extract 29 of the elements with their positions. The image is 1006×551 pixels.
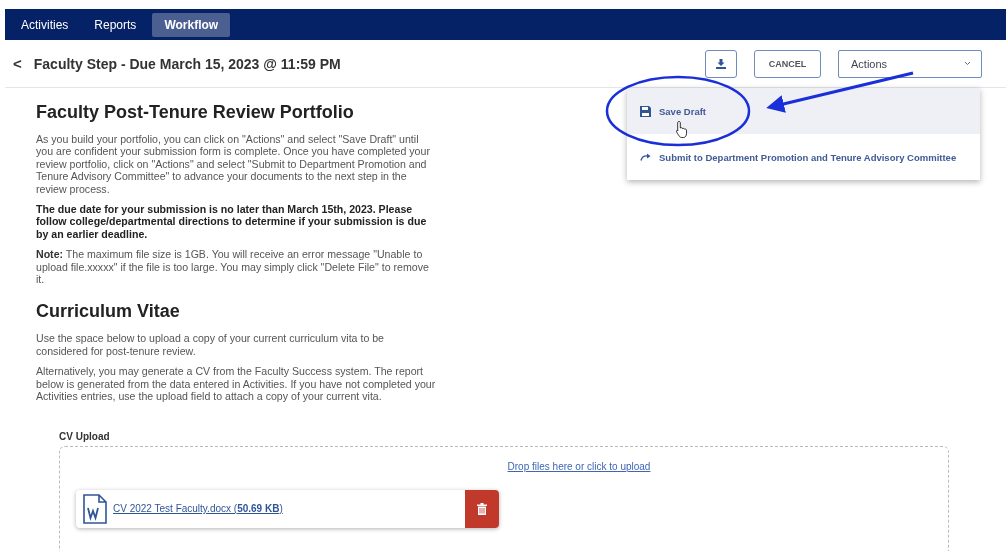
menu-item[interactable]: Submit to Department Promotion and Tenure Advisory Committee — [627, 134, 980, 180]
trash-icon — [477, 502, 487, 515]
menu-item[interactable]: Save Draft — [627, 88, 980, 134]
section-heading: Curriculum Vitae — [36, 301, 180, 323]
nav-tab[interactable]: Activities — [11, 12, 79, 37]
redo-arrow-icon — [640, 153, 651, 161]
paragraph: Use the space below to upload a copy of your current curriculum vita to be considered for post-tenure review. — [36, 332, 385, 358]
paragraph: The due date for your submission is no later than March 15th, 2023. Please follow college/departmental directions to determine if your submission is due by an earlier deadline. — [36, 203, 428, 241]
page-title: Faculty Step - Due March 15, 2023 @ 11:59 PM — [33, 55, 341, 72]
hand-cursor-icon — [676, 121, 687, 138]
nav-tab[interactable]: Workflow — [152, 12, 231, 37]
file-link[interactable]: CV 2022 Test Faculty.docx (50.69 KB) — [113, 503, 465, 514]
document-icon — [83, 493, 107, 524]
caret-icon — [964, 61, 971, 66]
paragraph: As you build your portfolio, you can click on "Actions" and select "Save Draft" until you are confident your submission form is complete. Once you have completed your review portfolio, click on "Actions" and select "Submit to Department Promotion and Tenure Advisory Committee" to advance your documents to the next step in the review process. — [36, 133, 431, 196]
paragraph: Alternatively, you may generate a CV from the Faculty Success system. The report below is generated from the data entered in Activities. If you have not completed your Activities entries, use the upload field to attach a copy of your current vita. — [36, 365, 437, 403]
drop-zone[interactable]: Drop files here or click to upload CV 2022 Test Faculty.docx (50.69 KB) — [59, 445, 949, 551]
delete-button[interactable] — [465, 489, 499, 528]
nav-tab[interactable]: Reports — [84, 12, 147, 37]
actions-dropdown[interactable]: Actions — [838, 49, 982, 78]
section-heading: Faculty Post-Tenure Review Portfolio — [36, 102, 354, 123]
paragraph: Note: The maximum file size is 1GB. You will receive an error message "Unable to upload file.xxxxx" if the file is too large. You may simply click "Delete File" to remove it. — [36, 248, 430, 286]
download-icon — [716, 58, 726, 69]
field-label: CV Upload — [59, 430, 111, 442]
save-icon — [640, 105, 651, 117]
upload-link[interactable]: Drop files here or click to upload — [507, 460, 651, 472]
download-button[interactable] — [705, 49, 737, 78]
back-button[interactable]: < — [13, 55, 22, 72]
cancel-button[interactable]: CANCEL — [754, 49, 821, 78]
